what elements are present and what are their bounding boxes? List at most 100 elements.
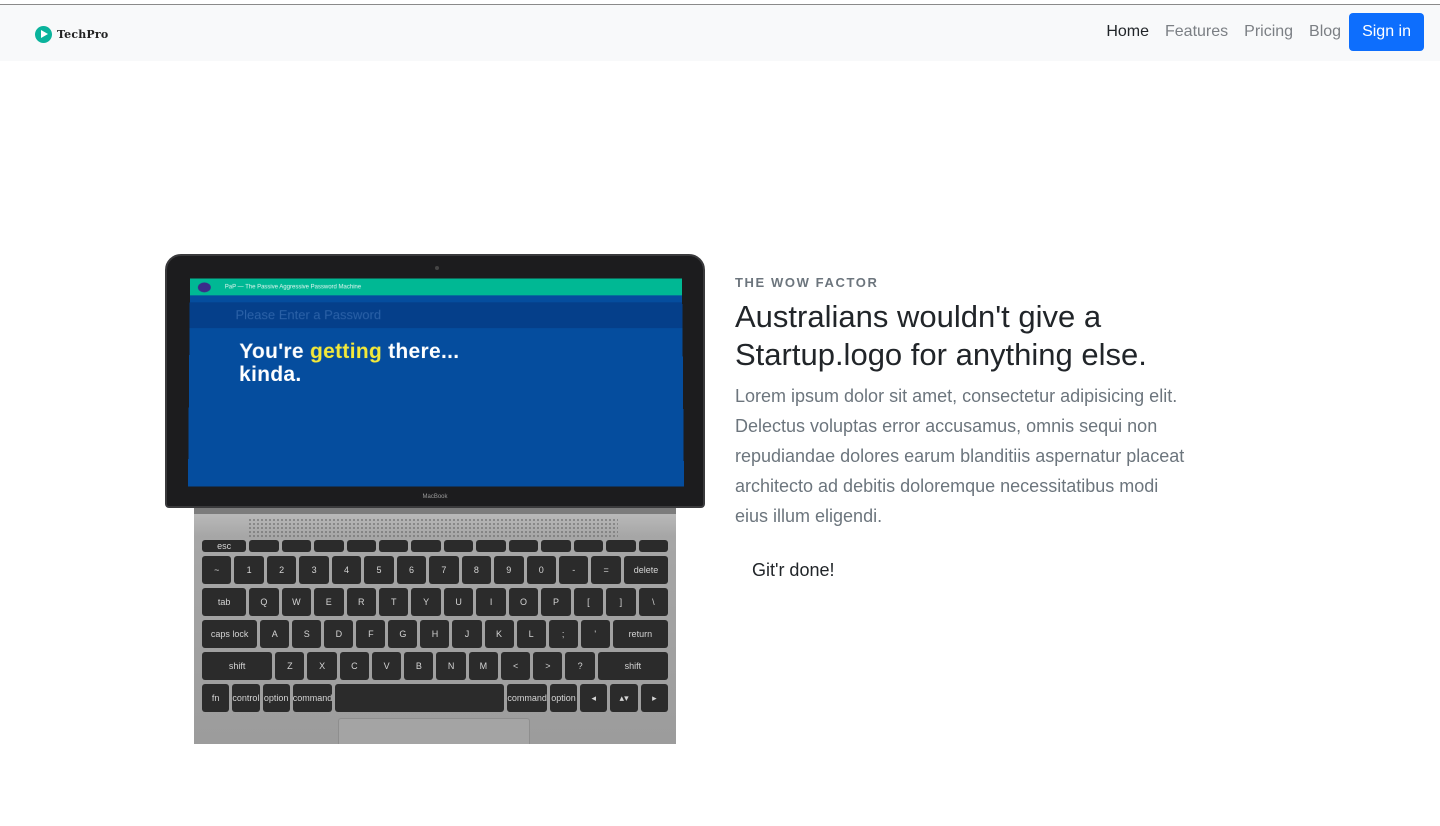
keyboard-key	[411, 540, 441, 552]
keyboard-key: D	[324, 620, 354, 648]
keyboard-key: -	[558, 556, 589, 584]
keyboard-key: ;	[548, 620, 578, 648]
keyboard-key	[443, 540, 474, 552]
keyboard-key: return	[612, 620, 668, 648]
keyboard-key: 8	[461, 556, 492, 584]
camera-icon	[435, 266, 439, 270]
keyboard-key: 1	[234, 556, 264, 584]
message-suffix: there...	[382, 340, 460, 364]
keyboard-key: E	[314, 588, 344, 616]
keyboard-key: 0	[526, 556, 556, 584]
brand-name: TechPro	[57, 28, 109, 41]
keyboard-key: option	[549, 684, 578, 712]
message-highlight: getting	[309, 340, 383, 364]
keyboard-key	[249, 540, 279, 552]
keyboard-key: 5	[364, 556, 394, 584]
keyboard-key: V	[371, 652, 402, 680]
keyboard-key: ~	[202, 556, 232, 584]
keyboard: esc ~1 2 3 4 5 6 7 8 9 0- = delete tab Q W E R T Y U I O P[] \ ca…	[202, 540, 669, 712]
keyboard-key: \	[638, 588, 669, 616]
keyboard-key	[476, 540, 506, 552]
keyboard-key: N	[436, 652, 466, 680]
keyboard-key: 9	[494, 556, 524, 584]
keyboard-key	[573, 540, 604, 552]
keyboard-key: L	[516, 620, 546, 648]
keyboard-key: option	[262, 684, 290, 712]
bezel-label: MacBook	[422, 494, 448, 500]
keyboard-key: H	[420, 620, 450, 648]
keyboard-key	[335, 684, 505, 712]
play-circle-icon	[35, 26, 52, 43]
keyboard-key: ▴▾	[610, 684, 638, 712]
keyboard-key: [	[573, 588, 604, 616]
keyboard-key: J	[452, 620, 482, 648]
nav-link-blog[interactable]: Blog	[1301, 16, 1349, 48]
nav-link-pricing[interactable]: Pricing	[1236, 16, 1301, 48]
keyboard-key: T	[378, 588, 409, 616]
keyboard-key: Z	[275, 652, 305, 680]
keyboard-key: ◂	[580, 684, 608, 712]
keyboard-key	[508, 540, 539, 552]
laptop-hinge	[194, 508, 676, 514]
keyboard-key: esc	[202, 540, 247, 552]
nav-link-home[interactable]: Home	[1098, 16, 1157, 48]
keyboard-key: S	[292, 620, 322, 648]
keyboard-key: A	[260, 620, 290, 648]
keyboard-key: caps lock	[202, 620, 258, 648]
keyboard-key: shift	[597, 652, 668, 680]
keyboard-key: F	[356, 620, 386, 648]
section-body-text: Lorem ipsum dolor sit amet, consectetur …	[735, 386, 1185, 526]
keyboard-key: W	[281, 588, 312, 616]
keyboard-key	[541, 540, 571, 552]
trackpad	[338, 718, 530, 744]
keyboard-key	[606, 540, 636, 552]
brand[interactable]: TechPro	[35, 26, 108, 43]
keyboard-key: >	[533, 652, 563, 680]
keyboard-row: shift Z X C V B N M < >? shift	[202, 652, 668, 680]
keyboard-key: Y	[411, 588, 441, 616]
keyboard-key: command	[507, 684, 547, 712]
section-eyebrow: THE WOW FACTOR	[735, 275, 879, 290]
keyboard-row: fn control option command command option ◂ ▴▾ ▸	[202, 684, 668, 712]
keyboard-key: 2	[266, 556, 297, 584]
keyboard-key: R	[346, 588, 376, 616]
keyboard-key: shift	[202, 652, 273, 680]
keyboard-key	[314, 540, 344, 552]
nav-link-features[interactable]: Features	[1157, 16, 1236, 48]
message-line-2: kinda.	[238, 363, 302, 386]
keyboard-row: tab Q W E R T Y U I O P[] \	[202, 588, 669, 616]
laptop-lid: PaP — The Passive Aggressive Password Ma…	[165, 254, 705, 508]
keyboard-key: X	[307, 652, 337, 680]
laptop-screen: PaP — The Passive Aggressive Password Ma…	[187, 278, 685, 487]
password-input-placeholder: Please Enter a Password	[189, 302, 683, 329]
keyboard-key: G	[388, 620, 418, 648]
keyboard-key: B	[404, 652, 434, 680]
keyboard-key: tab	[202, 588, 247, 616]
keyboard-key: K	[484, 620, 514, 648]
speaker-grille	[248, 518, 618, 538]
message-prefix: You're	[239, 340, 311, 364]
app-logo-icon	[197, 281, 211, 292]
keyboard-key: fn	[202, 684, 230, 712]
keyboard-key: 3	[299, 556, 329, 584]
cta-link[interactable]: Git'r done!	[740, 554, 846, 587]
keyboard-key: ?	[565, 652, 595, 680]
laptop-illustration: PaP — The Passive Aggressive Password Ma…	[165, 254, 705, 744]
keyboard-key: 6	[396, 556, 427, 584]
keyboard-key	[281, 540, 312, 552]
keyboard-row: ~1 2 3 4 5 6 7 8 9 0- = delete	[202, 556, 669, 584]
keyboard-key: U	[443, 588, 474, 616]
keyboard-key: O	[508, 588, 539, 616]
main-nav: Home Features Pricing Blog Sign in	[1098, 13, 1424, 51]
keyboard-row: caps lock A S D F G H J K L; ' return	[202, 620, 668, 648]
keyboard-key: command	[292, 684, 333, 712]
keyboard-key: C	[339, 652, 369, 680]
keyboard-key: 7	[429, 556, 459, 584]
keyboard-key: '	[580, 620, 610, 648]
app-header-bar: PaP — The Passive Aggressive Password Ma…	[189, 278, 683, 296]
sign-in-button[interactable]: Sign in	[1349, 13, 1424, 51]
section-headline: Australians wouldn't give a Startup.logo…	[735, 299, 1147, 372]
keyboard-key: Q	[249, 588, 279, 616]
keyboard-key	[346, 540, 376, 552]
keyboard-key: 4	[331, 556, 362, 584]
